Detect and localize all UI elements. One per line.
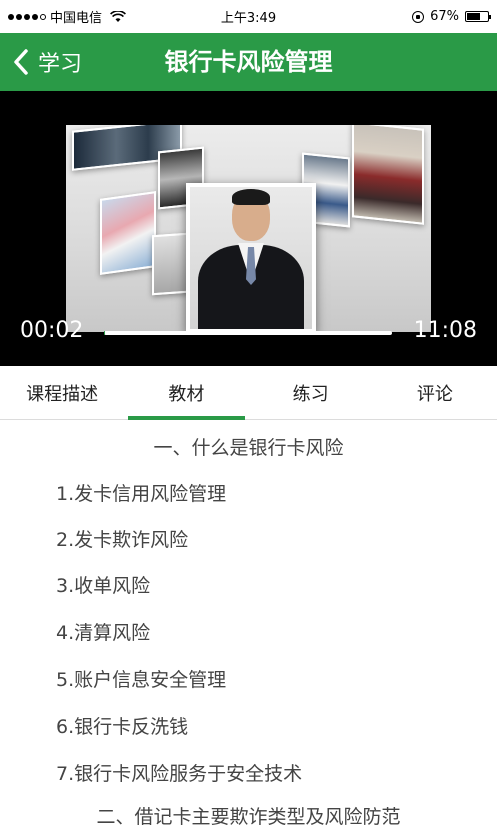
list-item[interactable]: 1.发卡信用风险管理: [56, 479, 226, 506]
video-progress-bar[interactable]: [104, 331, 392, 335]
tab-exercises[interactable]: 练习: [249, 366, 373, 419]
tab-label: 练习: [292, 383, 329, 405]
battery-percentage: 67%: [430, 9, 459, 24]
video-controls: 00:02 11:08: [0, 298, 497, 366]
tab-label: 教材: [168, 383, 205, 405]
collage-photo: [100, 191, 156, 275]
orientation-lock-icon: [412, 10, 425, 23]
total-time: 11:08: [413, 318, 477, 343]
tab-comments[interactable]: 评论: [373, 366, 497, 419]
list-item[interactable]: 3.收单风险: [56, 571, 150, 598]
section-title: 二、借记卡主要欺诈类型及风险防范: [96, 806, 401, 827]
status-right: 67%: [412, 9, 491, 24]
battery-level: [467, 13, 481, 20]
tab-bar: 课程描述 教材 练习 评论: [0, 366, 497, 420]
tab-course-description[interactable]: 课程描述: [0, 366, 124, 419]
video-progress-played: [104, 331, 105, 335]
tab-label: 评论: [416, 383, 453, 405]
section-title: 一、什么是银行卡风险: [153, 437, 344, 459]
current-time: 00:02: [20, 318, 84, 343]
battery-icon: [465, 11, 491, 22]
chevron-left-icon: [14, 49, 28, 75]
list-item[interactable]: 6.银行卡反洗钱: [56, 712, 188, 739]
list-item[interactable]: 7.银行卡风险服务于安全技术: [56, 759, 302, 786]
navigation-bar: 学习 银行卡风险管理: [0, 33, 497, 91]
collage-photo: [352, 125, 424, 225]
back-button[interactable]: 学习: [10, 33, 82, 91]
list-item[interactable]: 4.清算风险: [56, 618, 150, 645]
list-item[interactable]: 2.发卡欺诈风险: [56, 525, 188, 552]
video-player[interactable]: 00:02 11:08: [0, 91, 497, 366]
list-item[interactable]: 5.账户信息安全管理: [56, 665, 226, 692]
back-label: 学习: [38, 52, 83, 77]
tab-materials[interactable]: 教材: [124, 366, 248, 420]
tab-label: 课程描述: [26, 383, 99, 405]
materials-content: 一、什么是银行卡风险 1.发卡信用风险管理 2.发卡欺诈风险 3.收单风险 4.…: [0, 421, 497, 827]
status-bar: 中国电信 上午3:49 67%: [0, 0, 497, 33]
